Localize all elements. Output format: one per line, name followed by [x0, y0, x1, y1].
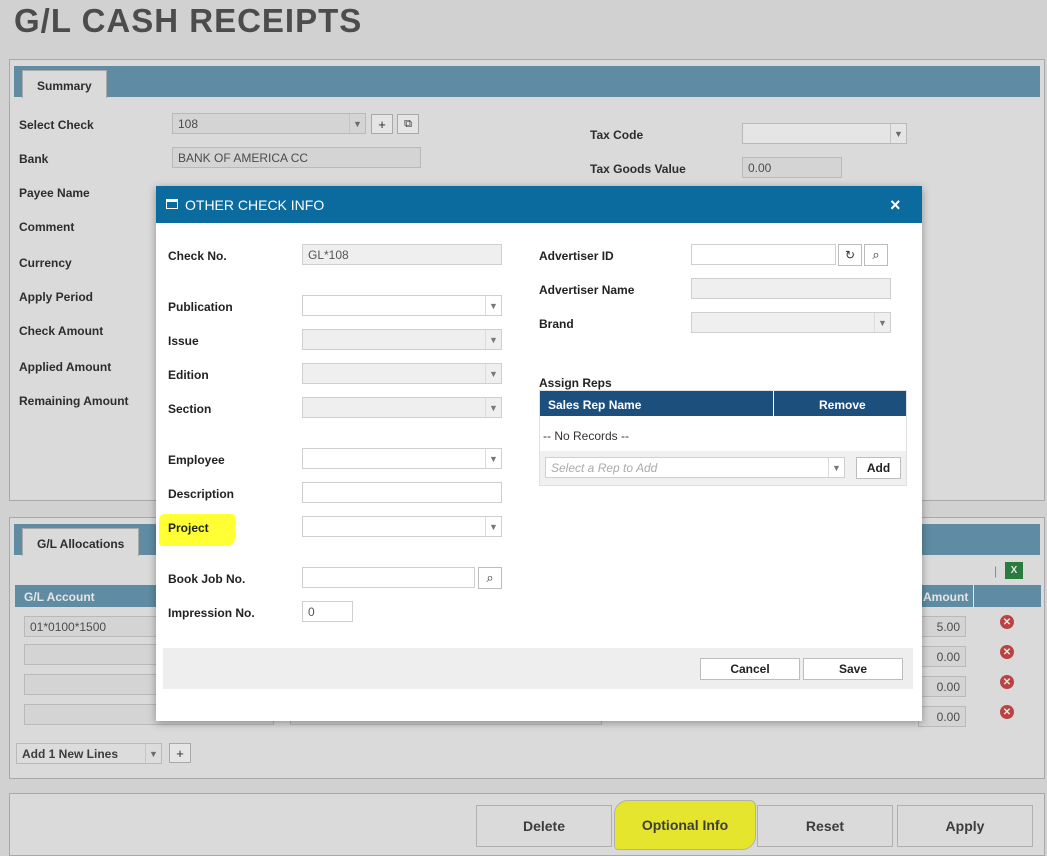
brand-dropdown[interactable]: ▼ [691, 312, 891, 333]
add-rep-button[interactable]: Add [856, 457, 901, 479]
advertiser-refresh-button[interactable]: ↻ [838, 244, 862, 266]
description-field[interactable] [302, 482, 502, 503]
description-label: Description [168, 487, 235, 501]
column-header-sales-rep-name: Sales Rep Name [548, 398, 642, 412]
reps-table: Sales Rep Name Remove -- No Records -- S… [539, 390, 907, 486]
section-label: Section [168, 402, 212, 416]
chevron-down-icon: ▼ [828, 458, 844, 477]
advertiser-id-field[interactable] [691, 244, 836, 265]
select-rep-placeholder: Select a Rep to Add [551, 461, 658, 475]
chevron-down-icon: ▼ [874, 313, 890, 332]
dialog-title: OTHER CHECK INFO [185, 197, 325, 213]
advertiser-id-label: Advertiser ID [539, 249, 614, 263]
search-icon: ⌕ [486, 570, 494, 585]
chevron-down-icon: ▼ [485, 398, 501, 417]
advertiser-name-field[interactable] [691, 278, 891, 299]
check-no-field[interactable]: GL*108 [302, 244, 502, 265]
project-label: Project [168, 521, 209, 535]
assign-reps-label: Assign Reps [539, 376, 612, 390]
brand-label: Brand [539, 317, 574, 331]
employee-dropdown[interactable]: ▼ [302, 448, 502, 469]
employee-label: Employee [168, 453, 225, 467]
edition-dropdown[interactable]: ▼ [302, 363, 502, 384]
edition-label: Edition [168, 368, 209, 382]
window-icon [166, 199, 178, 209]
refresh-icon: ↻ [844, 248, 856, 262]
empty-records-text: -- No Records -- [543, 429, 630, 443]
publication-dropdown[interactable]: ▼ [302, 295, 502, 316]
section-dropdown[interactable]: ▼ [302, 397, 502, 418]
advertiser-search-button[interactable]: ⌕ [864, 244, 888, 266]
book-job-no-label: Book Job No. [168, 572, 246, 586]
advertiser-name-label: Advertiser Name [539, 283, 635, 297]
chevron-down-icon: ▼ [485, 296, 501, 315]
chevron-down-icon: ▼ [485, 449, 501, 468]
column-header-remove: Remove [819, 398, 866, 412]
dialog-footer [163, 648, 913, 689]
search-icon: ⌕ [872, 247, 880, 262]
dialog-header: OTHER CHECK INFO × [156, 186, 922, 223]
publication-label: Publication [168, 300, 233, 314]
chevron-down-icon: ▼ [485, 364, 501, 383]
other-check-info-dialog: OTHER CHECK INFO × Check No. GL*108 Publ… [156, 186, 922, 721]
impression-no-label: Impression No. [168, 606, 255, 620]
issue-label: Issue [168, 334, 199, 348]
book-job-no-field[interactable] [302, 567, 475, 588]
close-icon[interactable]: × [890, 195, 901, 216]
chevron-down-icon: ▼ [485, 330, 501, 349]
check-no-label: Check No. [168, 249, 227, 263]
book-job-search-button[interactable]: ⌕ [478, 567, 502, 589]
cancel-button[interactable]: Cancel [700, 658, 800, 680]
chevron-down-icon: ▼ [485, 517, 501, 536]
save-button[interactable]: Save [803, 658, 903, 680]
issue-dropdown[interactable]: ▼ [302, 329, 502, 350]
column-divider [773, 391, 774, 416]
select-rep-dropdown[interactable]: Select a Rep to Add ▼ [545, 457, 845, 478]
impression-no-field[interactable]: 0 [302, 601, 353, 622]
project-dropdown[interactable]: ▼ [302, 516, 502, 537]
